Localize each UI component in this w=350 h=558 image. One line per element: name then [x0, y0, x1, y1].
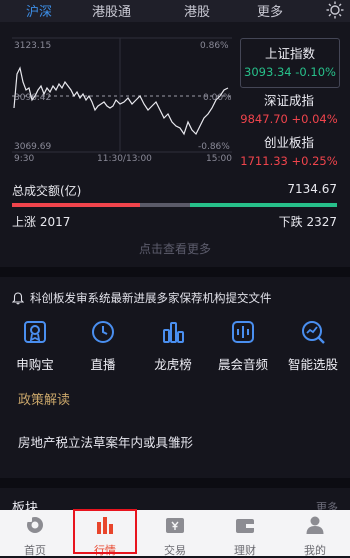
index-value: 3093.34 -0.10% [244, 65, 336, 79]
quick-label: 直播 [90, 357, 116, 372]
index-name: 上证指数 [264, 46, 315, 61]
certificate-icon [24, 321, 46, 343]
breadth-bar [12, 203, 337, 207]
quick-label: 晨会音频 [217, 357, 268, 372]
bottom-nav: 首页 行情 交易 理财 我的 [0, 510, 350, 557]
tab-more[interactable]: 更多 [257, 1, 283, 20]
index-name: 深证成指 [263, 93, 314, 108]
bar-chart-icon [163, 322, 184, 343]
breadth-row: 上涨 2017 下跌 2327 [12, 213, 337, 230]
quick-morning-audio[interactable]: 晨会音频 [210, 318, 276, 373]
breadth-flat-bar [140, 203, 190, 207]
clock-icon [92, 321, 114, 343]
nav-profile[interactable]: 我的 [285, 510, 345, 557]
quick-live[interactable]: 直播 [70, 318, 136, 373]
up-count: 上涨 2017 [12, 215, 71, 229]
index-chinext[interactable]: 创业板指 1711.33 +0.25% [240, 132, 338, 168]
nav-wealth[interactable]: 理财 [215, 510, 275, 557]
bell-icon [12, 291, 24, 304]
wallet-icon [236, 519, 254, 533]
quick-shengougbao[interactable]: 申购宝 [2, 318, 68, 373]
index-value: 9847.70 +0.04% [240, 112, 338, 126]
policy-headline[interactable]: 房地产税立法草案年内或具雏形 [18, 432, 193, 451]
news-ticker[interactable]: 科创板发审系统最新进展多家保荐机构提交文件 [12, 290, 272, 306]
user-icon [306, 516, 324, 534]
audio-icon [232, 321, 254, 343]
nav-home[interactable]: 首页 [5, 510, 65, 557]
policy-section-title[interactable]: 政策解读 [18, 389, 70, 408]
breadth-up-bar [12, 203, 140, 207]
intraday-chart[interactable]: 3123.15 0.86% 3096.42 0.00% 3069.69 -0.8… [0, 30, 240, 170]
quick-label: 申购宝 [16, 357, 54, 372]
turnover-value: 7134.67 [287, 182, 337, 196]
news-text: 科创板发审系统最新进展多家保荐机构提交文件 [30, 291, 272, 305]
index-value: 1711.33 +0.25% [240, 154, 338, 168]
section-divider [0, 267, 350, 277]
yen-wallet-icon [166, 518, 184, 533]
tab-ganggu[interactable]: 港股 [184, 1, 210, 20]
search-trend-icon [302, 321, 325, 344]
tab-hushen[interactable]: 沪深 [26, 1, 52, 20]
chart-price-line [13, 66, 229, 136]
market-tab-highlight [73, 509, 137, 554]
index-name: 创业板指 [263, 135, 314, 150]
quick-longhubang[interactable]: 龙虎榜 [140, 318, 206, 373]
top-nav: 沪深 港股通 港股 更多 [0, 0, 350, 22]
home-icon [26, 516, 43, 533]
nav-trade[interactable]: 交易 [145, 510, 205, 557]
down-count: 下跌 2327 [278, 215, 337, 229]
turnover-row: 总成交额(亿) 7134.67 [12, 182, 337, 199]
index-shenzhen[interactable]: 深证成指 9847.70 +0.04% [240, 90, 338, 126]
theme-sun-icon[interactable] [326, 1, 344, 19]
view-more-link[interactable]: 点击查看更多 [0, 240, 350, 257]
quick-smart-picker[interactable]: 智能选股 [280, 318, 346, 373]
tab-ganggutong[interactable]: 港股通 [92, 1, 131, 20]
quick-label: 龙虎榜 [154, 357, 192, 372]
breadth-down-bar [190, 203, 337, 207]
chart-plot [12, 37, 232, 153]
turnover-label: 总成交额(亿) [12, 184, 82, 198]
section-divider [0, 478, 350, 488]
index-shanghai[interactable]: 上证指数 3093.34 -0.10% [240, 38, 340, 88]
quick-label: 智能选股 [287, 357, 338, 372]
